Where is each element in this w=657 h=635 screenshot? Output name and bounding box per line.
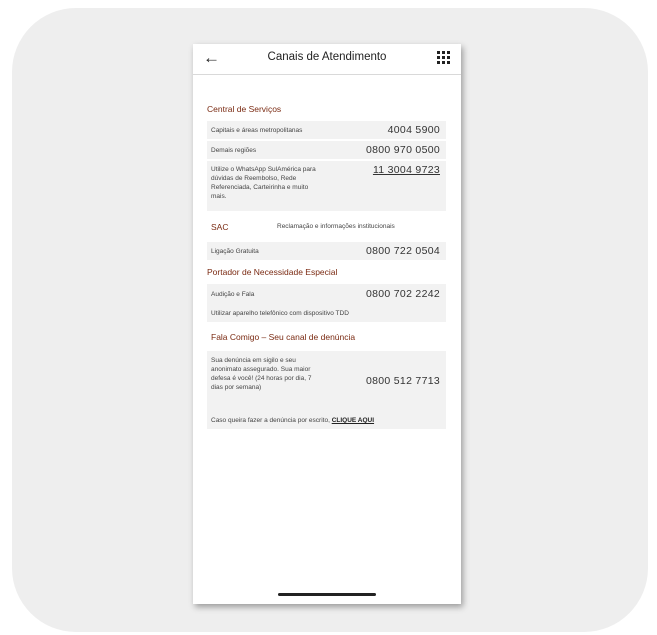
row-label: Utilize o WhatsApp SulAmérica para dúvid… xyxy=(211,166,316,200)
app-bar: ← Canais de Atendimento xyxy=(193,44,461,75)
phone-screen: ← Canais de Atendimento Central de Servi… xyxy=(193,44,461,604)
list-item: Ligação Gratuita 0800 722 0504 xyxy=(207,242,446,260)
denuncia-written-text: Caso queira fazer a denúncia por escrito… xyxy=(211,417,332,424)
row-label: Ligação Gratuita xyxy=(211,248,259,255)
list-item: Capitais e áreas metropolitanas 4004 590… xyxy=(207,121,446,139)
phone-number[interactable]: 0800 970 0500 xyxy=(366,144,440,156)
phone-number[interactable]: 0800 722 0504 xyxy=(366,245,440,257)
row-label: Demais regiões xyxy=(211,147,257,154)
sac-note: Reclamação e informações institucionais xyxy=(277,223,395,230)
row-label-tdd: Utilizar aparelho telefônico com disposi… xyxy=(211,310,349,317)
list-item-whatsapp: Utilize o WhatsApp SulAmérica para dúvid… xyxy=(207,161,446,211)
whatsapp-number-link[interactable]: 11 3004 9723 xyxy=(373,164,440,176)
denuncia-written: Caso queira fazer a denúncia por escrito… xyxy=(211,416,447,425)
list-item: Demais regiões 0800 970 0500 xyxy=(207,141,446,159)
section-title-sac: SAC xyxy=(211,222,229,232)
section-title-especial: Portador de Necessidade Especial xyxy=(207,267,338,277)
denuncia-box: Sua denúncia em sigilo e seu anonimato a… xyxy=(207,351,446,429)
row-label: Audição e Fala xyxy=(211,291,255,298)
arrow-left-icon[interactable]: ← xyxy=(203,49,220,67)
section-title-denuncia: Fala Comigo – Seu canal de denúncia xyxy=(211,332,356,342)
row-label: Capitais e áreas metropolitanas xyxy=(211,127,303,134)
home-indicator xyxy=(278,593,376,596)
section-title-central: Central de Serviços xyxy=(207,104,282,114)
grid-menu-icon[interactable] xyxy=(437,51,450,64)
clique-aqui-link[interactable]: CLIQUE AQUI xyxy=(332,417,374,424)
phone-number[interactable]: 0800 512 7713 xyxy=(366,375,440,387)
list-item: Audição e Fala 0800 702 2242 Utilizar ap… xyxy=(207,284,446,322)
phone-number[interactable]: 4004 5900 xyxy=(388,124,440,136)
phone-number[interactable]: 0800 702 2242 xyxy=(366,288,440,300)
page-title: Canais de Atendimento xyxy=(267,51,387,63)
denuncia-text: Sua denúncia em sigilo e seu anonimato a… xyxy=(211,357,312,391)
